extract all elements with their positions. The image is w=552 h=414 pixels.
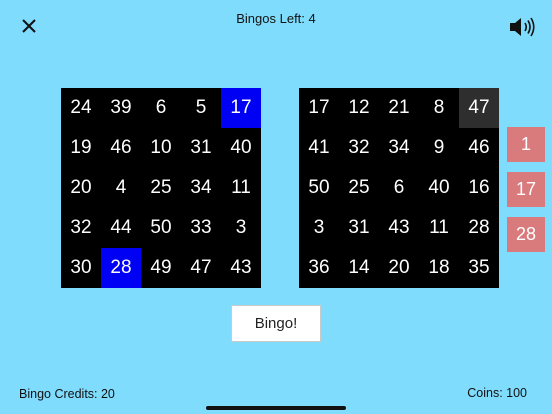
card-cell[interactable]: 28 <box>101 248 141 288</box>
card-cell[interactable]: 19 <box>61 128 101 168</box>
card-cell[interactable]: 11 <box>419 208 459 248</box>
card-cell[interactable]: 39 <box>101 88 141 128</box>
card-cell[interactable]: 20 <box>61 168 101 208</box>
card-cell[interactable]: 32 <box>61 208 101 248</box>
card-cell[interactable]: 18 <box>419 248 459 288</box>
card-cell[interactable]: 34 <box>181 168 221 208</box>
card-cell[interactable]: 25 <box>141 168 181 208</box>
card-cell[interactable]: 8 <box>419 88 459 128</box>
called-number-3: 28 <box>507 217 545 252</box>
card-cell[interactable]: 21 <box>379 88 419 128</box>
card-cell[interactable]: 50 <box>141 208 181 248</box>
card-cell[interactable]: 35 <box>459 248 499 288</box>
card-cell[interactable]: 36 <box>299 248 339 288</box>
card-cell[interactable]: 14 <box>339 248 379 288</box>
bingo-credits-label: Bingo Credits: 20 <box>19 387 115 401</box>
card-cell[interactable]: 4 <box>101 168 141 208</box>
card-cell[interactable]: 6 <box>379 168 419 208</box>
card-cell[interactable]: 43 <box>379 208 419 248</box>
card-cell[interactable]: 6 <box>141 88 181 128</box>
card-cell[interactable]: 10 <box>141 128 181 168</box>
card-cell[interactable]: 20 <box>379 248 419 288</box>
card-cell[interactable]: 46 <box>459 128 499 168</box>
called-number-2: 17 <box>507 172 545 207</box>
bingo-card-left: 24 39 6 5 17 19 46 10 31 40 20 4 25 34 11 32 44 50 33 3 30 28… <box>61 88 261 288</box>
card-cell[interactable]: 34 <box>379 128 419 168</box>
card-cell[interactable]: 17 <box>299 88 339 128</box>
bingos-left-label: Bingos Left: 4 <box>236 11 316 26</box>
card-cell[interactable]: 9 <box>419 128 459 168</box>
card-cell[interactable]: 46 <box>101 128 141 168</box>
card-cell[interactable]: 31 <box>181 128 221 168</box>
home-indicator <box>206 406 346 410</box>
card-cell[interactable]: 49 <box>141 248 181 288</box>
called-number-1: 1 <box>507 127 545 162</box>
card-cell[interactable]: 17 <box>221 88 261 128</box>
card-cell[interactable]: 33 <box>181 208 221 248</box>
card-cell[interactable]: 25 <box>339 168 379 208</box>
card-cell[interactable]: 11 <box>221 168 261 208</box>
card-cell[interactable]: 28 <box>459 208 499 248</box>
card-cell[interactable]: 40 <box>419 168 459 208</box>
card-cell[interactable]: 47 <box>181 248 221 288</box>
card-cell[interactable]: 30 <box>61 248 101 288</box>
card-cell[interactable]: 44 <box>101 208 141 248</box>
card-cell[interactable]: 3 <box>221 208 261 248</box>
speaker-icon <box>510 17 535 37</box>
card-cell[interactable]: 43 <box>221 248 261 288</box>
card-cell[interactable]: 12 <box>339 88 379 128</box>
card-cell[interactable]: 24 <box>61 88 101 128</box>
sound-button[interactable] <box>508 16 536 38</box>
card-cell[interactable]: 16 <box>459 168 499 208</box>
card-cell[interactable]: 50 <box>299 168 339 208</box>
card-cell[interactable]: 40 <box>221 128 261 168</box>
coins-label: Coins: 100 <box>467 386 527 400</box>
card-cell[interactable]: 32 <box>339 128 379 168</box>
card-cell[interactable]: 5 <box>181 88 221 128</box>
bingo-button[interactable]: Bingo! <box>231 305 321 342</box>
card-cell[interactable]: 47 <box>459 88 499 128</box>
card-cell[interactable]: 31 <box>339 208 379 248</box>
bingo-card-right: 17 12 21 8 47 41 32 34 9 46 50 25 6 40 16 3 31 43 11 28 36 14… <box>299 88 499 288</box>
card-cell[interactable]: 41 <box>299 128 339 168</box>
card-cell[interactable]: 3 <box>299 208 339 248</box>
